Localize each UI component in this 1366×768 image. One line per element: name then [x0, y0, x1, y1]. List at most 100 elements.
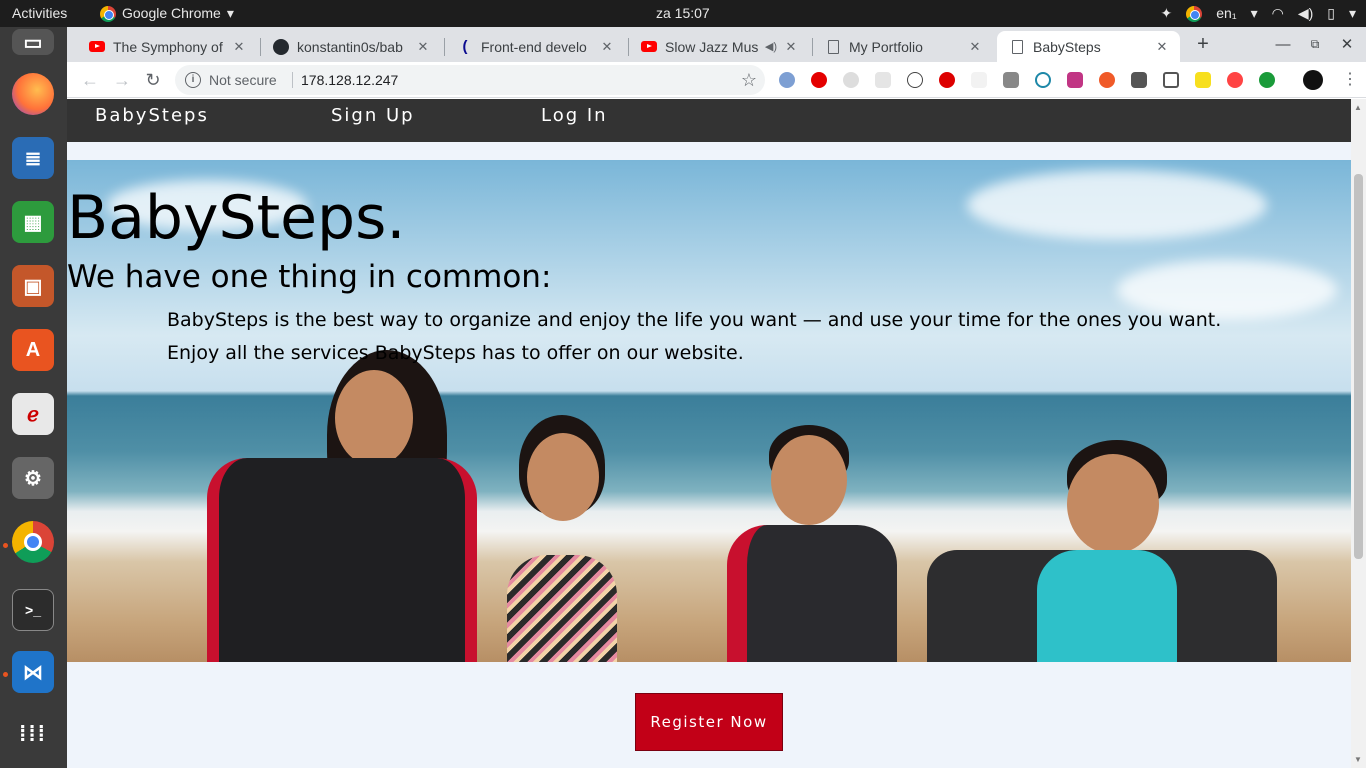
app-menu[interactable]: Google Chrome ▾ [100, 0, 234, 27]
show-applications-icon[interactable]: ⁞⁞⁞ [12, 713, 54, 755]
page-icon [825, 39, 841, 55]
firefox-icon[interactable] [12, 73, 54, 115]
menu-icon[interactable]: ⋮ [1335, 62, 1365, 98]
activities-button[interactable]: Activities [12, 0, 67, 27]
chrome-window: The Symphony of ✕ konstantin0s/bab ✕ ( F… [67, 27, 1366, 768]
hero-banner: BabySteps. We have one thing in common: … [67, 160, 1351, 662]
settings-icon[interactable]: ⚙ [12, 457, 54, 499]
extension-icon[interactable] [971, 72, 987, 88]
tab-my-portfolio[interactable]: My Portfolio ✕ [813, 31, 993, 62]
youtube-icon [89, 39, 105, 55]
chrome-tray-icon[interactable] [1186, 5, 1203, 22]
freecodecamp-icon: ( [462, 38, 468, 55]
terminal-icon[interactable]: >_ [12, 589, 54, 631]
register-now-button[interactable]: Register Now [635, 693, 783, 751]
wifi-icon[interactable]: ◠ [1272, 0, 1284, 27]
extension-icon[interactable] [1003, 72, 1019, 88]
battery-icon[interactable]: ▯ [1327, 0, 1335, 27]
language-indicator[interactable]: en₁ [1216, 0, 1236, 27]
scrollbar-thumb[interactable] [1354, 174, 1363, 559]
close-icon[interactable]: ✕ [231, 39, 247, 55]
address-bar[interactable]: i Not secure 178.128.12.247 ☆ [175, 65, 765, 95]
hero-photo-boy-red [727, 425, 907, 662]
restore-button[interactable]: ⧉ [1299, 27, 1331, 62]
close-icon[interactable]: ✕ [783, 39, 799, 55]
extension-icon[interactable] [1259, 72, 1275, 88]
extension-icon[interactable] [1035, 72, 1051, 88]
close-icon[interactable]: ✕ [415, 39, 431, 55]
back-button[interactable]: ← [75, 62, 105, 98]
chrome-dock-icon[interactable] [12, 521, 54, 563]
nav-login-link[interactable]: Log In [541, 105, 608, 126]
running-indicator [3, 543, 8, 548]
nav-signup-link[interactable]: Sign Up [331, 105, 415, 126]
dock: ▭ ≣ ▦ ▣ A ℯ ⚙ >_ ⋈ ⁞⁞⁞ [0, 27, 67, 768]
extension-icon[interactable] [779, 72, 795, 88]
new-tab-button[interactable]: + [1187, 27, 1219, 62]
chevron-down-icon: ▾ [226, 5, 234, 21]
libreoffice-writer-icon[interactable]: ≣ [12, 137, 54, 179]
instagram-icon[interactable] [1067, 72, 1083, 88]
tab-title: My Portfolio [849, 38, 923, 55]
close-icon[interactable]: ✕ [599, 39, 615, 55]
angular-icon[interactable] [1131, 72, 1147, 88]
close-icon[interactable]: ✕ [1154, 39, 1170, 55]
extension-icon[interactable] [1099, 72, 1115, 88]
minimize-button[interactable]: — [1267, 27, 1299, 62]
reload-button[interactable]: ↻ [138, 62, 168, 98]
scroll-up-arrow[interactable]: ▲ [1354, 103, 1362, 112]
tab-babysteps[interactable]: BabySteps ✕ [997, 31, 1180, 62]
document-viewer-icon[interactable]: ℯ [12, 393, 54, 435]
system-tray[interactable]: ✦ en₁ ▾ ◠ ◀) ▯ ▾ [1161, 0, 1356, 27]
tab-freecodecamp[interactable]: ( Front-end develo ✕ [445, 31, 625, 62]
chevron-down-icon: ▾ [1250, 5, 1258, 21]
scroll-down-arrow[interactable]: ▼ [1354, 755, 1362, 764]
extension-icon[interactable] [875, 72, 891, 88]
page-scrollbar[interactable]: ▲ ▼ [1351, 99, 1366, 768]
tab-title: Front-end develo [481, 38, 587, 55]
audio-playing-icon[interactable]: ◀) [765, 40, 777, 53]
adblock-icon[interactable] [939, 72, 955, 88]
tab-title: konstantin0s/bab [297, 38, 403, 55]
json-viewer-icon[interactable] [1195, 72, 1211, 88]
info-icon[interactable]: i [185, 72, 201, 88]
volume-icon[interactable]: ◀) [1298, 0, 1313, 27]
extension-icon[interactable] [1227, 72, 1243, 88]
removable-drive-icon[interactable]: ▭ [12, 29, 54, 55]
security-label: Not secure [209, 72, 277, 88]
nav-brand-link[interactable]: BabySteps [95, 105, 209, 126]
tab-title: BabySteps [1033, 38, 1101, 55]
hero-photo-boy-teal [927, 440, 1277, 662]
app-menu-label: Google Chrome [122, 5, 221, 21]
dropbox-icon[interactable]: ✦ [1161, 0, 1173, 27]
clock[interactable]: za 15:07 [656, 0, 710, 27]
tab-slow-jazz[interactable]: Slow Jazz Mus ◀) ✕ [629, 31, 809, 62]
vscode-icon[interactable]: ⋈ [12, 651, 54, 693]
divider [292, 72, 293, 88]
url-text[interactable]: 178.128.12.247 [301, 65, 398, 95]
chrome-icon [100, 5, 116, 22]
pocket-icon[interactable] [1163, 72, 1179, 88]
software-center-icon[interactable]: A [12, 329, 54, 371]
forward-button[interactable]: → [107, 62, 137, 98]
close-icon[interactable]: ✕ [967, 39, 983, 55]
youtube-icon [641, 39, 657, 55]
tab-strip: The Symphony of ✕ konstantin0s/bab ✕ ( F… [67, 27, 1366, 62]
hero-title: BabySteps. [67, 183, 406, 253]
tab-symphony[interactable]: The Symphony of ✕ [77, 31, 257, 62]
hero-photo-girl [497, 415, 627, 662]
chevron-down-icon: ▾ [1348, 5, 1356, 21]
profile-avatar[interactable] [1303, 70, 1323, 90]
libreoffice-impress-icon[interactable]: ▣ [12, 265, 54, 307]
hero-description: BabySteps is the best way to organize an… [167, 309, 1222, 364]
page-viewport: BabySteps Sign Up Log In BabySteps. We h… [67, 99, 1351, 768]
libreoffice-calc-icon[interactable]: ▦ [12, 201, 54, 243]
close-window-button[interactable]: ✕ [1331, 27, 1363, 62]
tab-github[interactable]: konstantin0s/bab ✕ [261, 31, 441, 62]
page-icon [1009, 39, 1025, 55]
extension-icon[interactable] [811, 72, 827, 88]
site-navbar: BabySteps Sign Up Log In [67, 99, 1351, 142]
bookmark-star-icon[interactable]: ☆ [741, 65, 757, 95]
extension-icon[interactable] [843, 72, 859, 88]
extension-icon[interactable] [907, 72, 923, 88]
